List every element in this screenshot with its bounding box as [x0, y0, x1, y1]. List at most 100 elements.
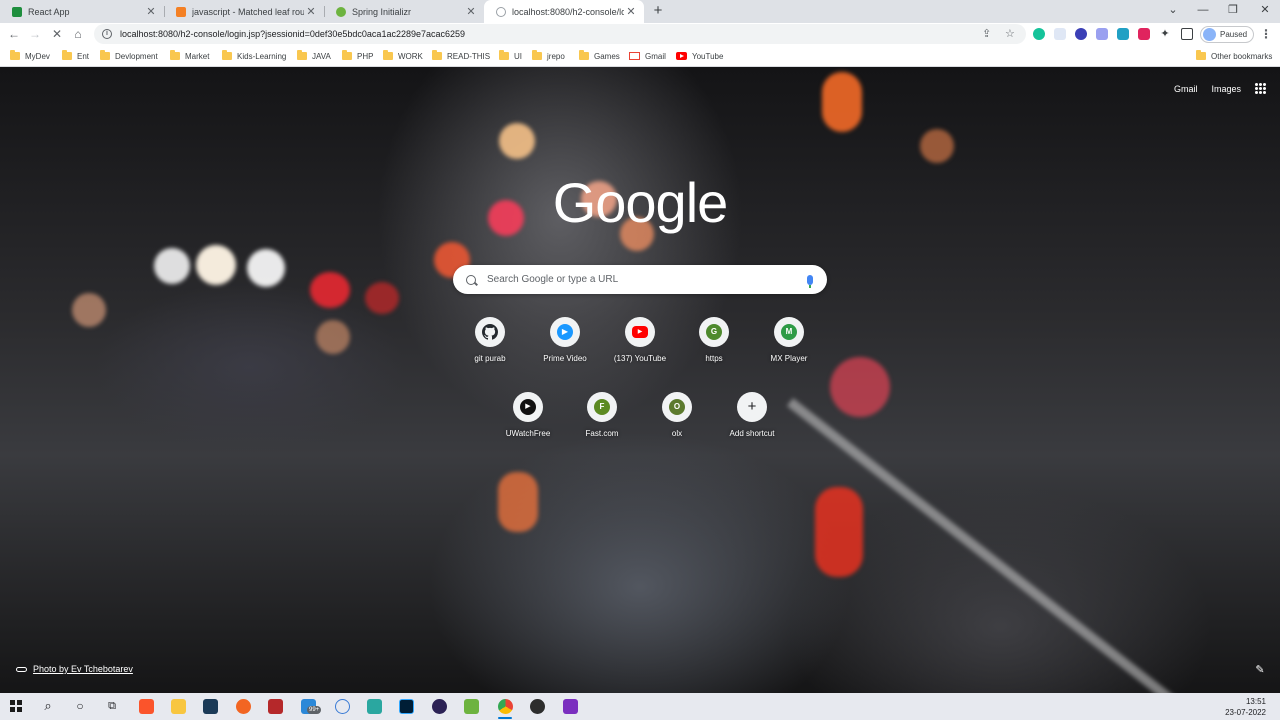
bookmark-mydev[interactable]: MyDev [10, 50, 50, 62]
search-icon[interactable]: ⌕ [40, 698, 56, 714]
folder-icon [100, 50, 110, 60]
shortcut-youtube[interactable]: ▶ (137) YouTube [604, 317, 676, 363]
menu-kebab-icon[interactable]: ⋮ [1258, 26, 1274, 42]
new-tab-icon[interactable]: + [650, 3, 666, 19]
file-explorer-icon[interactable] [171, 699, 186, 714]
bookmark-youtube[interactable]: YouTube [676, 50, 723, 62]
system-clock[interactable]: 13:51 23-07-2022 [1225, 696, 1266, 718]
photoshop-icon[interactable] [399, 699, 414, 714]
bookmark-gmail[interactable]: Gmail [629, 50, 666, 62]
background-bokeh [920, 129, 954, 163]
bookmark-ent[interactable]: Ent [62, 50, 89, 62]
address-bar[interactable]: i localhost:8080/h2-console/login.jsp?js… [94, 24, 1026, 44]
photo-credit[interactable]: Photo by Ev Tchebotarev [16, 664, 133, 674]
tab-search-icon[interactable]: ⌄ [1158, 0, 1188, 23]
profile-button[interactable]: Paused [1200, 26, 1254, 43]
pocket-extension-icon[interactable] [1138, 28, 1150, 40]
search-box[interactable]: Search Google or type a URL [453, 265, 827, 294]
bookmark-java[interactable]: JAVA [297, 50, 331, 62]
bookmark-kids-learning[interactable]: Kids-Learning [222, 50, 286, 62]
bookmark-label: READ-THIS [447, 51, 491, 61]
customize-pencil-icon[interactable]: ✎ [1254, 664, 1266, 676]
folder-icon [170, 50, 180, 60]
tab-close-icon[interactable]: ✕ [464, 5, 478, 18]
shortcut-prime-video[interactable]: ▶ Prime Video [529, 317, 601, 363]
minimize-icon[interactable]: — [1188, 0, 1218, 23]
bookmark-star-icon[interactable]: ☆ [1005, 27, 1015, 40]
images-link[interactable]: Images [1211, 84, 1241, 94]
google-apps-icon[interactable] [1255, 83, 1266, 94]
postman-icon[interactable] [236, 699, 251, 714]
shortcut-mx-player[interactable]: M MX Player [753, 317, 825, 363]
window-close-icon[interactable]: ✕ [1250, 0, 1280, 23]
bookmark-market[interactable]: Market [170, 50, 209, 62]
tab-close-icon[interactable]: ✕ [304, 5, 318, 18]
site-info-icon[interactable]: i [102, 29, 112, 39]
gmail-link[interactable]: Gmail [1174, 84, 1198, 94]
bookmark-jrepo[interactable]: jrepo [532, 50, 565, 62]
tab-title: Spring Initializr [352, 6, 412, 17]
folder-icon [297, 50, 307, 60]
tab-close-icon[interactable]: ✕ [624, 5, 638, 18]
bookmark-label: MyDev [25, 51, 50, 61]
task-view-icon[interactable]: ⧉ [104, 698, 120, 714]
gmail-icon [629, 52, 640, 60]
shortcut-fast-com[interactable]: F Fast.com [566, 392, 638, 438]
share-icon[interactable]: ⇪ [982, 27, 991, 40]
background-bokeh [499, 123, 535, 159]
link-icon [16, 666, 27, 672]
grammarly-extension-icon[interactable] [1033, 28, 1045, 40]
bookmark-read-this[interactable]: READ-THIS [432, 50, 490, 62]
cloud-icon[interactable] [335, 699, 350, 714]
spring-tools-icon[interactable] [464, 699, 479, 714]
bookmark-devlopment[interactable]: Devlopment [100, 50, 158, 62]
microphone-icon[interactable] [807, 274, 813, 288]
app-icon[interactable] [268, 699, 283, 714]
brave-browser-icon[interactable] [139, 699, 154, 714]
bookmark-label: Devlopment [115, 51, 158, 61]
folder-icon [383, 50, 393, 60]
eclipse-icon[interactable] [432, 699, 447, 714]
tab-h2-console[interactable]: localhost:8080/h2-console/login ✕ [484, 0, 644, 23]
home-icon[interactable]: ⌂ [70, 26, 86, 42]
shortcut-https[interactable]: G https [678, 317, 750, 363]
cortana-icon[interactable]: ○ [72, 698, 88, 714]
shortcut-olx[interactable]: O olx [641, 392, 713, 438]
bookmark-php[interactable]: PHP [342, 50, 373, 62]
tab-close-icon[interactable]: ✕ [144, 5, 158, 18]
bookmark-other[interactable]: Other bookmarks [1196, 50, 1272, 62]
tab-favicon-icon [176, 6, 186, 17]
app-icon[interactable] [530, 699, 545, 714]
extension-icon[interactable] [1075, 28, 1087, 40]
stop-icon[interactable]: ✕ [49, 26, 65, 42]
windows-start-icon[interactable] [10, 700, 22, 712]
tab-favicon-icon [336, 6, 346, 17]
url-text[interactable]: localhost:8080/h2-console/login.jsp?jses… [120, 29, 465, 39]
tab-spring-initializr[interactable]: Spring Initializr ✕ [324, 0, 484, 23]
background-bokeh [830, 357, 890, 417]
tab-react-app[interactable]: React App ✕ [0, 0, 164, 23]
intellij-icon[interactable] [563, 699, 578, 714]
terminal-icon[interactable] [203, 699, 218, 714]
shortcut-git-purab[interactable]: git purab [454, 317, 526, 363]
restore-icon[interactable]: ❐ [1218, 0, 1248, 23]
side-panel-icon[interactable] [1181, 28, 1193, 40]
tab-javascript[interactable]: javascript - Matched leaf route at ✕ [164, 0, 324, 23]
shortcut-uwatchfree[interactable]: ▶ UWatchFree [492, 392, 564, 438]
bookmark-games[interactable]: Games [579, 50, 620, 62]
bookmark-ui[interactable]: UI [499, 50, 522, 62]
extensions-puzzle-icon[interactable]: ✦ [1159, 28, 1171, 40]
forward-icon[interactable]: → [27, 26, 43, 42]
extension-icon[interactable] [1096, 28, 1108, 40]
app-icon[interactable] [367, 699, 382, 714]
extension-icon[interactable] [1054, 28, 1066, 40]
chrome-icon[interactable] [498, 699, 513, 714]
search-input[interactable]: Search Google or type a URL [487, 274, 807, 285]
photo-credit-text[interactable]: Photo by Ev Tchebotarev [33, 664, 133, 674]
back-icon[interactable]: ← [6, 26, 22, 42]
extension-icon[interactable] [1117, 28, 1129, 40]
background-bokeh [498, 472, 538, 532]
bookmark-work[interactable]: WORK [383, 50, 423, 62]
shortcut-add[interactable]: + Add shortcut [716, 392, 788, 438]
folder-icon [1196, 50, 1206, 60]
